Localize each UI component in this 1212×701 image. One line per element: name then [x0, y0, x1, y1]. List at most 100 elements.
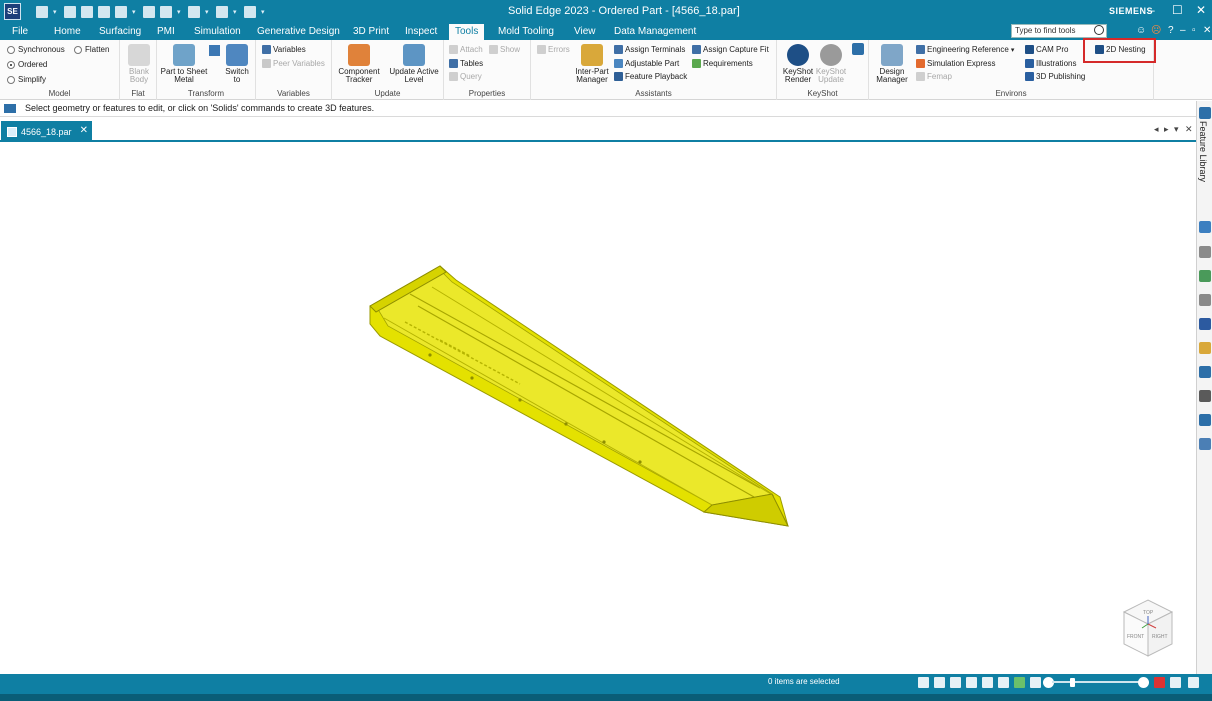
feature-library-tab[interactable]: Feature Library [1198, 121, 1208, 182]
show-button[interactable]: Show [489, 45, 520, 54]
print-icon[interactable] [115, 6, 127, 18]
drawing-icon[interactable] [160, 6, 172, 18]
attach-button[interactable]: Attach [449, 45, 483, 54]
update-active-level-button[interactable]: Update Active Level [388, 44, 440, 84]
assign-capture-fit-button[interactable]: Assign Capture Fit [692, 45, 769, 54]
feature-playback-button[interactable]: Feature Playback [614, 72, 687, 81]
radio-ordered[interactable]: Ordered [7, 60, 47, 69]
tab-home[interactable]: Home [54, 26, 81, 37]
tab-pmi[interactable]: PMI [157, 26, 175, 37]
engineering-reference-button[interactable]: Engineering Reference ▾ [916, 45, 1014, 54]
minimize-icon[interactable]: – [1148, 3, 1155, 17]
properties-icon[interactable] [143, 6, 155, 18]
ribbon-restore-icon[interactable]: ▫ [1192, 25, 1196, 36]
fit-icon[interactable] [950, 677, 961, 688]
views-icon[interactable] [1199, 366, 1211, 378]
view-cube[interactable]: TOP FRONT RIGHT [1118, 598, 1178, 662]
zoom-area-icon[interactable] [918, 677, 929, 688]
tab-scroll-right-icon[interactable]: ▸ [1164, 124, 1169, 135]
radio-simplify[interactable]: Simplify [7, 75, 46, 84]
key-icon[interactable] [1199, 342, 1211, 354]
keyshot-update-button[interactable]: KeyShot Update [813, 44, 849, 84]
undo-icon[interactable] [188, 6, 200, 18]
prompt-bar-icon[interactable] [4, 104, 16, 113]
zoom-slider[interactable] [1052, 681, 1140, 683]
feedback-icon[interactable]: ☹ [1151, 25, 1161, 36]
video-record-icon[interactable] [1154, 677, 1165, 688]
tab-surfacing[interactable]: Surfacing [99, 26, 141, 37]
keyshot-render-button[interactable]: KeyShot Render [780, 44, 816, 84]
document-tab[interactable]: 4566_18.par ✕ [1, 121, 92, 142]
close-tab-icon[interactable]: ✕ [80, 125, 88, 136]
grid-icon[interactable] [1199, 294, 1211, 306]
errors-button[interactable]: Errors [537, 45, 570, 54]
customize-icon[interactable] [244, 6, 256, 18]
new-file-icon[interactable] [36, 6, 48, 18]
adjustable-part-button[interactable]: Adjustable Part [614, 59, 679, 68]
save-icon[interactable] [98, 6, 110, 18]
tab-scroll-left-icon[interactable]: ◂ [1154, 124, 1159, 135]
help-icon[interactable]: ? [1168, 25, 1174, 36]
simulation-express-button[interactable]: Simulation Express [916, 59, 995, 68]
smiley-icon[interactable]: ☺ [1136, 25, 1146, 36]
tables-button[interactable]: Tables [449, 59, 483, 68]
cam-pro-button[interactable]: CAM Pro [1025, 45, 1068, 54]
relationships-icon[interactable] [1199, 390, 1211, 402]
radio-flatten[interactable]: Flatten [74, 45, 109, 54]
zoom-in-icon[interactable] [1138, 677, 1149, 688]
graphics-window[interactable]: TOP FRONT RIGHT [0, 144, 1196, 674]
zoom-slider-thumb[interactable] [1070, 678, 1075, 687]
pan-icon[interactable] [966, 677, 977, 688]
paste-icon[interactable] [81, 6, 93, 18]
tab-view[interactable]: View [574, 26, 596, 37]
screen-capture-icon[interactable] [1170, 677, 1181, 688]
tab-3d-print[interactable]: 3D Print [353, 26, 389, 37]
redo-icon[interactable] [216, 6, 228, 18]
variables-button[interactable]: Variables [262, 45, 306, 54]
keyshot-settings-icon[interactable] [852, 43, 864, 55]
search-icon[interactable] [1094, 25, 1104, 35]
radio-synchronous[interactable]: Synchronous [7, 45, 65, 54]
switch-to-button[interactable]: Switch to [221, 44, 253, 84]
component-tracker-button[interactable]: Component Tracker [335, 44, 383, 84]
close-icon[interactable]: ✕ [1196, 3, 1206, 17]
display-style-icon[interactable] [1030, 677, 1041, 688]
tab-list-icon[interactable]: ▾ [1174, 124, 1179, 135]
layers-icon[interactable] [1199, 270, 1211, 282]
properties-panel-icon[interactable] [1199, 438, 1211, 450]
feature-library-icon[interactable] [1199, 107, 1211, 119]
globe-icon[interactable] [1199, 414, 1211, 426]
tab-mold-tooling[interactable]: Mold Tooling [498, 26, 554, 37]
tab-tools[interactable]: Tools [449, 24, 485, 40]
tab-simulation[interactable]: Simulation [194, 26, 241, 37]
tab-data-management[interactable]: Data Management [614, 26, 696, 37]
design-manager-button[interactable]: Design Manager [874, 44, 910, 84]
inter-part-manager-button[interactable]: Inter-Part Manager [571, 44, 613, 84]
femap-button[interactable]: Femap [916, 72, 952, 81]
rotate-icon[interactable] [982, 677, 993, 688]
3d-publishing-button[interactable]: 3D Publishing [1025, 72, 1085, 81]
color-palette-icon[interactable] [1199, 318, 1211, 330]
transform-small-icon[interactable] [209, 45, 220, 56]
query-button[interactable]: Query [449, 72, 482, 81]
find-tools-input[interactable]: Type to find tools [1011, 24, 1107, 38]
maximize-icon[interactable]: ☐ [1172, 3, 1183, 17]
zoom-icon[interactable] [934, 677, 945, 688]
view-orientation-icon[interactable] [998, 677, 1009, 688]
part-model-view[interactable] [0, 144, 1196, 674]
ribbon-close-icon[interactable]: ✕ [1203, 25, 1211, 36]
peer-variables-button[interactable]: Peer Variables [262, 59, 325, 68]
tab-inspect[interactable]: Inspect [405, 26, 437, 37]
blank-body-button[interactable]: Blank Body [124, 44, 154, 84]
expand-icon[interactable] [1188, 677, 1199, 688]
shaded-view-icon[interactable] [1014, 677, 1025, 688]
app-logo[interactable]: SE [4, 3, 21, 20]
close-document-icon[interactable]: ✕ [1185, 124, 1193, 135]
pathfinder-icon[interactable] [1199, 221, 1211, 233]
assign-terminals-button[interactable]: Assign Terminals [614, 45, 685, 54]
help-panel-icon[interactable] [1199, 246, 1211, 258]
open-file-icon[interactable] [64, 6, 76, 18]
ribbon-minimize-icon[interactable]: – [1180, 25, 1186, 36]
requirements-button[interactable]: Requirements [692, 59, 753, 68]
illustrations-button[interactable]: Illustrations [1025, 59, 1076, 68]
